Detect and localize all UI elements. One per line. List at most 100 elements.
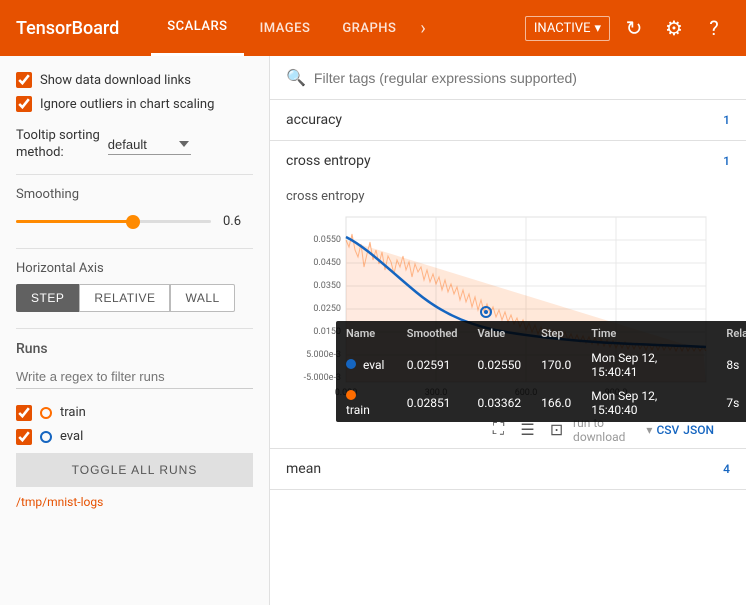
inactive-arrow: ▾: [594, 21, 601, 36]
svg-text:0.0350: 0.0350: [313, 281, 341, 291]
axis-wall-button[interactable]: WALL: [170, 284, 234, 312]
eval-step: 170.0: [531, 346, 581, 384]
eval-value: 0.02550: [467, 346, 531, 384]
col-smoothed: Smoothed: [397, 321, 468, 346]
nav-scalars[interactable]: SCALARS: [151, 0, 243, 56]
tag-section-mean: mean 4: [270, 449, 746, 490]
train-step: 166.0: [531, 384, 581, 422]
ignore-outliers-row[interactable]: Ignore outliers in chart scaling: [16, 96, 253, 112]
col-value: Value: [467, 321, 531, 346]
show-download-links-label: Show data download links: [40, 73, 191, 88]
run-eval-dot: [40, 431, 52, 443]
run-to-download-arrow: ▾: [646, 423, 652, 437]
toggle-all-runs-button[interactable]: TOGGLE ALL RUNS: [16, 453, 253, 487]
eval-time: Mon Sep 12, 15:40:41: [581, 346, 716, 384]
smoothing-label: Smoothing: [16, 187, 253, 202]
svg-text:0.0550: 0.0550: [313, 235, 341, 245]
runs-filter-input[interactable]: [16, 365, 253, 389]
nav-more-icon[interactable]: ›: [412, 18, 433, 39]
layout: Show data download links Ignore outliers…: [0, 56, 746, 605]
help-button[interactable]: ?: [698, 12, 730, 44]
tooltip-sorting-select[interactable]: default ascending descending nearest: [108, 135, 191, 155]
run-train-name: train: [60, 405, 86, 420]
axis-step-button[interactable]: STEP: [16, 284, 79, 312]
axis-relative-button[interactable]: RELATIVE: [79, 284, 170, 312]
tag-cross-entropy-name: cross entropy: [286, 153, 371, 169]
eval-name-cell: eval: [336, 346, 397, 384]
tag-header-cross-entropy[interactable]: cross entropy 1: [270, 141, 746, 181]
logo: TensorBoard: [16, 18, 119, 39]
tag-mean-count: 4: [723, 462, 730, 476]
display-options: Show data download links Ignore outliers…: [16, 72, 253, 112]
train-smoothed: 0.02851: [397, 384, 468, 422]
tag-section-accuracy: accuracy 1: [270, 100, 746, 141]
sidebar: Show data download links Ignore outliers…: [0, 56, 270, 605]
chart-area: 0.0550 0.0450 0.0350 0.0250 0.0150 5.000…: [286, 212, 730, 412]
smoothing-section: Smoothing 0.6: [16, 187, 253, 232]
header: TensorBoard SCALARS IMAGES GRAPHS › INAC…: [0, 0, 746, 56]
csv-button[interactable]: CSV: [656, 423, 679, 437]
run-eval-name: eval: [60, 429, 83, 444]
search-icon: 🔍: [286, 68, 306, 87]
inactive-dropdown[interactable]: INACTIVE ▾: [525, 16, 610, 41]
log-path: /tmp/mnist-logs: [16, 495, 253, 509]
ignore-outliers-checkbox[interactable]: [16, 96, 32, 112]
col-time: Time: [581, 321, 716, 346]
run-train-checkbox[interactable]: [16, 405, 32, 421]
run-item-train: train: [16, 401, 253, 425]
train-relative: 7s: [716, 384, 746, 422]
tag-mean-name: mean: [286, 461, 321, 477]
tooltip-row-train: train 0.02851 0.03362 166.0 Mon Sep 12, …: [336, 384, 746, 422]
divider-3: [16, 328, 253, 329]
tooltip-overlay: Name Smoothed Value Step Time Relative: [336, 321, 746, 422]
tag-cross-entropy-count: 1: [723, 154, 730, 168]
runs-section: Runs train eval TOGGLE ALL RUNS /tmp/mni…: [16, 341, 253, 509]
tooltip-row-eval: eval 0.02591 0.02550 170.0 Mon Sep 12, 1…: [336, 346, 746, 384]
tooltip-sorting-label: Tooltip sortingmethod:: [16, 128, 100, 162]
settings-button[interactable]: ⚙: [658, 12, 690, 44]
nav-images[interactable]: IMAGES: [244, 0, 327, 56]
train-time: Mon Sep 12, 15:40:40: [581, 384, 716, 422]
svg-text:0.0250: 0.0250: [313, 304, 341, 314]
slider-track: [16, 220, 211, 223]
search-bar: 🔍: [270, 56, 746, 100]
tooltip-table: Name Smoothed Value Step Time Relative: [336, 321, 746, 422]
col-relative: Relative: [716, 321, 746, 346]
run-train-dot: [40, 407, 52, 419]
svg-text:0.0450: 0.0450: [313, 258, 341, 268]
main-nav: SCALARS IMAGES GRAPHS ›: [151, 0, 525, 56]
horizontal-axis-section: Horizontal Axis STEP RELATIVE WALL: [16, 261, 253, 312]
chart-title: cross entropy: [286, 189, 730, 204]
tag-section-cross-entropy: cross entropy 1 cross entropy: [270, 141, 746, 449]
slider-thumb[interactable]: [126, 215, 140, 229]
train-value: 0.03362: [467, 384, 531, 422]
show-download-links-checkbox[interactable]: [16, 72, 32, 88]
refresh-button[interactable]: ↻: [618, 12, 650, 44]
show-download-links-row[interactable]: Show data download links: [16, 72, 253, 88]
run-eval-checkbox[interactable]: [16, 429, 32, 445]
nav-graphs[interactable]: GRAPHS: [326, 0, 412, 56]
smoothing-slider[interactable]: [16, 212, 211, 232]
inactive-label: INACTIVE: [534, 21, 591, 36]
main-content: 🔍 accuracy 1 cross entropy 1 cross entro…: [270, 56, 746, 605]
eval-relative: 8s: [716, 346, 746, 384]
tag-header-accuracy[interactable]: accuracy 1: [270, 100, 746, 140]
run-item-eval: eval: [16, 425, 253, 449]
divider-1: [16, 174, 253, 175]
train-name-cell: train: [336, 384, 397, 422]
slider-fill: [16, 220, 133, 223]
header-right: INACTIVE ▾ ↻ ⚙ ?: [525, 12, 730, 44]
smoothing-row: 0.6: [16, 212, 253, 232]
col-step: Step: [531, 321, 581, 346]
divider-2: [16, 248, 253, 249]
json-button[interactable]: JSON: [683, 423, 714, 437]
tag-accuracy-name: accuracy: [286, 112, 342, 128]
col-name: Name: [336, 321, 397, 346]
horizontal-axis-label: Horizontal Axis: [16, 261, 253, 276]
tag-header-mean[interactable]: mean 4: [270, 449, 746, 489]
ignore-outliers-label: Ignore outliers in chart scaling: [40, 97, 214, 112]
axis-buttons: STEP RELATIVE WALL: [16, 284, 253, 312]
search-input[interactable]: [314, 70, 730, 86]
train-dot: [346, 390, 356, 400]
tag-accuracy-count: 1: [723, 113, 730, 127]
